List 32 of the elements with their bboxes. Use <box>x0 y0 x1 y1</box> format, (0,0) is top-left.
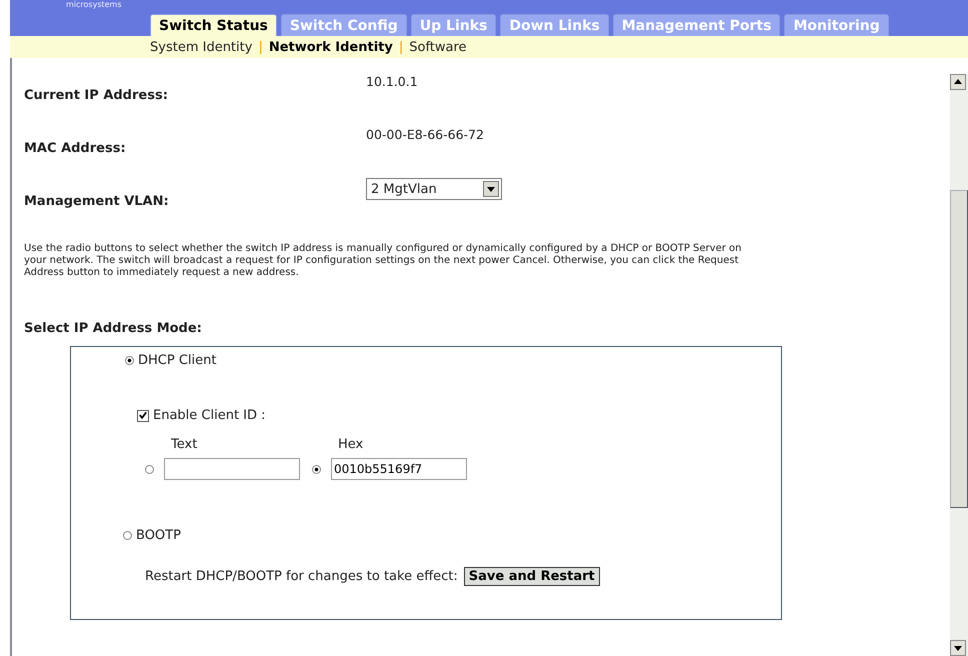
radio-label: BOOTP <box>136 528 181 543</box>
restart-text: Restart DHCP/BOOTP for changes to take effect: <box>145 569 458 584</box>
subnav-link[interactable]: Network Identity <box>268 40 393 54</box>
field-value: 10.1.0.1 <box>366 73 418 89</box>
checkbox-label: Enable Client ID : <box>153 408 266 423</box>
subnav-link[interactable]: Software <box>409 40 467 54</box>
input-field[interactable]: 0010b55169f7 <box>331 458 467 480</box>
option-label: Hex <box>338 437 364 452</box>
field-value: 00-00-E8-66-66-72 <box>366 126 484 142</box>
checkbox[interactable] <box>137 410 149 422</box>
description-text: Use the radio buttons to select whether the switch IP address is manually configured or dynamically configured by a DHCP or BOOTP Server on your network. The switch will broadcast a request for IP configuration settings on the next power Cancel. Otherwise, you can click the Request Address button to immediately request a new address. <box>24 243 742 279</box>
radio-button[interactable] <box>123 531 132 540</box>
scroll-down-icon[interactable] <box>950 640 966 656</box>
tab[interactable]: Switch Status <box>150 14 277 36</box>
field-label: Management VLAN: <box>24 193 170 209</box>
scroll-thumb[interactable] <box>950 190 968 508</box>
radio-button[interactable] <box>125 356 134 365</box>
radio-button[interactable] <box>312 464 321 474</box>
subnav-link[interactable]: System Identity <box>150 40 252 54</box>
radio-label: DHCP Client <box>138 353 216 368</box>
separator: | <box>258 40 263 54</box>
section-heading: Select IP Address Mode: <box>24 321 203 336</box>
field-label: MAC Address: <box>24 140 127 156</box>
save-and-restart-button[interactable]: Save and Restart <box>464 567 600 586</box>
field-label: Current IP Address: <box>24 87 169 103</box>
option-label: Text <box>171 437 198 452</box>
vlan-dropdown[interactable]: 2 MgtVlan <box>366 178 502 200</box>
scroll-up-icon[interactable] <box>950 74 966 90</box>
input-field[interactable] <box>164 458 300 480</box>
separator: | <box>398 40 404 54</box>
radio-button[interactable] <box>145 464 154 474</box>
logo-text: microsystems <box>66 0 122 9</box>
